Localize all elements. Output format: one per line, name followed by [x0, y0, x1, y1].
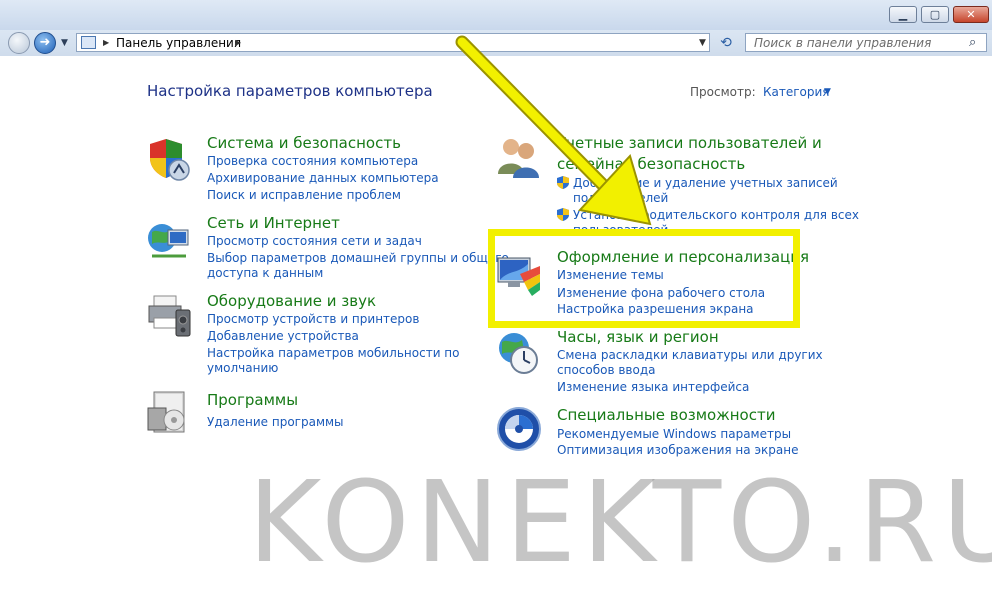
link-mobility-settings-cont[interactable]: умолчанию [207, 360, 278, 376]
link-recommended-settings[interactable]: Рекомендуемые Windows параметры [557, 426, 791, 442]
link-optimize-display[interactable]: Оптимизация изображения на экране [557, 442, 798, 458]
link-keyboard-layout-cont[interactable]: способов ввода [557, 362, 656, 378]
uac-shield-icon [557, 176, 569, 189]
category-programs[interactable]: Программы [207, 391, 298, 409]
search-input[interactable]: Поиск в панели управления ⌕ [745, 33, 987, 52]
link-backup[interactable]: Архивирование данных компьютера [207, 170, 439, 186]
link-devices-printers[interactable]: Просмотр устройств и принтеров [207, 311, 419, 327]
control-panel-icon [81, 36, 96, 49]
users-icon[interactable] [496, 134, 542, 180]
breadcrumb-chevron-icon[interactable]: ▶ [235, 38, 241, 47]
maximize-icon: ▢ [929, 8, 941, 21]
network-globe-icon[interactable] [146, 216, 192, 262]
title-bar: ▁ ▢ ✕ [0, 0, 992, 30]
uac-shield-icon [557, 208, 569, 221]
link-network-status[interactable]: Просмотр состояния сети и задач [207, 233, 422, 249]
category-ease-of-access[interactable]: Специальные возможности [557, 406, 775, 424]
minimize-button[interactable]: ▁ [889, 6, 917, 23]
printer-icon[interactable] [146, 292, 192, 338]
address-dropdown-icon[interactable]: ▼ [699, 38, 706, 48]
link-uninstall-program[interactable]: Удаление программы [207, 414, 344, 430]
category-user-accounts-line2[interactable]: семейная безопасность [557, 155, 745, 173]
link-troubleshoot[interactable]: Поиск и исправление проблем [207, 187, 401, 203]
navigation-bar: ➜ ▼ ▶ Панель управления ▶ ▼ ⟲ Поиск в па… [0, 30, 992, 56]
breadcrumb-control-panel[interactable]: Панель управления [116, 35, 241, 51]
recent-pages-dropdown[interactable]: ▼ [61, 38, 68, 48]
search-icon[interactable]: ⌕ [969, 35, 976, 50]
accessibility-icon[interactable] [496, 406, 542, 452]
view-mode-selector[interactable]: Категория [763, 85, 830, 99]
category-network-internet[interactable]: Сеть и Интернет [207, 214, 340, 232]
link-interface-language[interactable]: Изменение языка интерфейса [557, 379, 749, 395]
arrow-right-icon: ➜ [39, 35, 51, 50]
category-system-security[interactable]: Система и безопасность [207, 134, 401, 152]
minimize-icon: ▁ [898, 8, 908, 21]
link-add-device[interactable]: Добавление устройства [207, 328, 359, 344]
search-placeholder: Поиск в панели управления [754, 36, 932, 50]
close-icon: ✕ [966, 8, 976, 21]
watermark: KONEKTO.RU [248, 458, 992, 588]
link-parental-controls[interactable]: Установка родительского контроля для все… [573, 207, 859, 223]
maximize-button[interactable]: ▢ [921, 6, 949, 23]
clock-globe-icon[interactable] [496, 330, 542, 376]
link-check-status[interactable]: Проверка состояния компьютера [207, 153, 418, 169]
category-hardware-sound[interactable]: Оборудование и звук [207, 292, 376, 310]
page-title: Настройка параметров компьютера [147, 82, 433, 100]
close-button[interactable]: ✕ [953, 6, 989, 23]
link-homegroup-cont[interactable]: доступа к данным [207, 265, 323, 281]
link-add-remove-accounts-cont[interactable]: пользователей [573, 190, 668, 206]
category-clock-language-region[interactable]: Часы, язык и регион [557, 328, 719, 346]
link-homegroup[interactable]: Выбор параметров домашней группы и общег… [207, 250, 509, 266]
back-button[interactable] [8, 32, 30, 54]
highlight-box [488, 229, 800, 328]
link-mobility-settings[interactable]: Настройка параметров мобильности по [207, 345, 460, 361]
caret-down-icon[interactable]: ▼ [824, 87, 831, 97]
link-keyboard-layout[interactable]: Смена раскладки клавиатуры или других [557, 347, 823, 363]
view-label: Просмотр: [690, 85, 756, 99]
category-user-accounts[interactable]: Учетные записи пользователей и [557, 134, 822, 152]
link-add-remove-accounts[interactable]: Добавление и удаление учетных записей [573, 175, 838, 191]
forward-button[interactable]: ➜ [34, 32, 56, 54]
breadcrumb-chevron-icon[interactable]: ▶ [103, 38, 109, 47]
shield-icon[interactable] [146, 136, 192, 182]
programs-icon[interactable] [146, 390, 192, 436]
refresh-icon[interactable]: ⟲ [714, 34, 738, 52]
address-bar[interactable]: ▶ Панель управления ▶ ▼ [76, 33, 710, 52]
